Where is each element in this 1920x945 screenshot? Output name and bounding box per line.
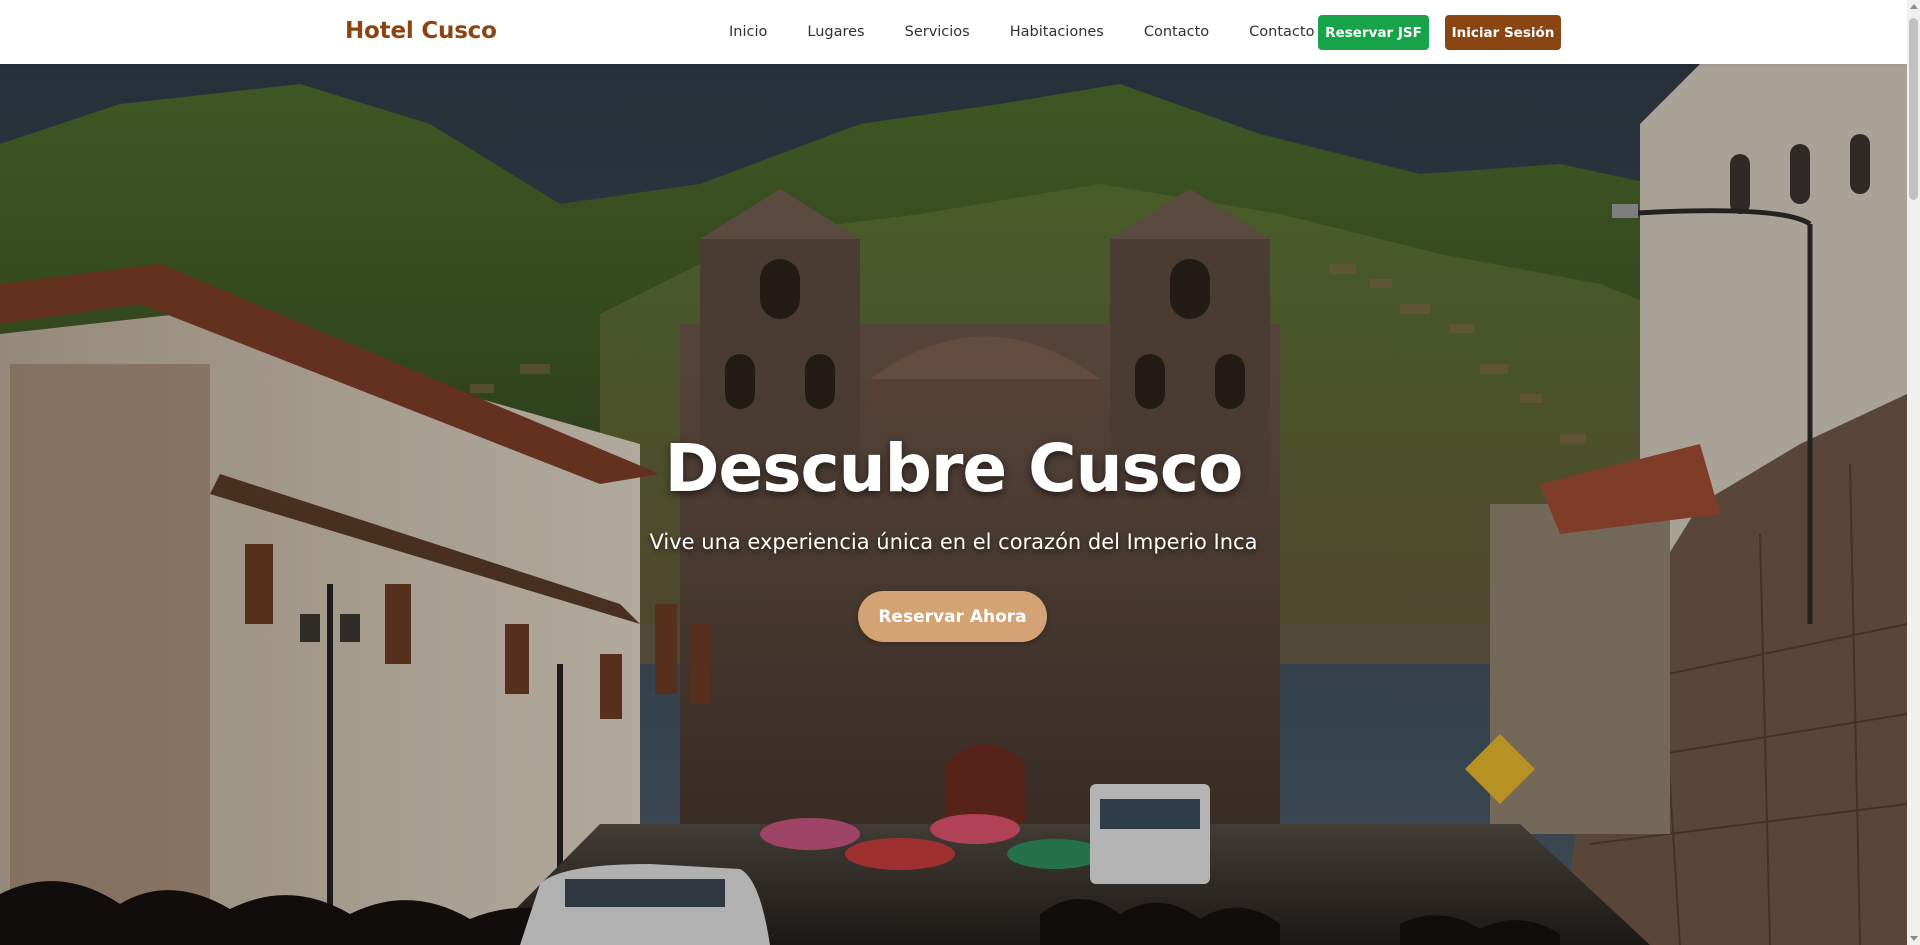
top-navbar: Hotel Cusco Inicio Lugares Servicios Habita… bbox=[0, 0, 1907, 64]
nav-link-lugares[interactable]: Lugares bbox=[807, 24, 864, 40]
nav-link-habitaciones[interactable]: Habitaciones bbox=[1010, 24, 1104, 40]
scroll-up-arrow-icon[interactable] bbox=[1910, 4, 1918, 9]
reserve-jsf-button[interactable]: Reservar JSF bbox=[1318, 15, 1429, 50]
scroll-thumb[interactable] bbox=[1909, 18, 1918, 200]
nav-link-contacto[interactable]: Contacto bbox=[1144, 24, 1209, 40]
brand-logo[interactable]: Hotel Cusco bbox=[345, 18, 497, 44]
hero-section: Descubre Cusco Vive una experiencia únic… bbox=[0, 64, 1907, 945]
hero-subtitle: Vive una experiencia única en el corazón… bbox=[649, 530, 1258, 554]
main-nav: Inicio Lugares Servicios Habitaciones Contac… bbox=[729, 0, 1381, 64]
login-button[interactable]: Iniciar Sesión bbox=[1445, 15, 1561, 50]
reserve-now-button[interactable]: Reservar Ahora bbox=[858, 591, 1047, 642]
nav-link-servicios[interactable]: Servicios bbox=[905, 24, 970, 40]
hero-title: Descubre Cusco bbox=[664, 430, 1244, 507]
nav-link-inicio[interactable]: Inicio bbox=[729, 24, 767, 40]
page-scrollbar[interactable] bbox=[1907, 0, 1920, 945]
scroll-down-arrow-icon[interactable] bbox=[1910, 936, 1918, 941]
